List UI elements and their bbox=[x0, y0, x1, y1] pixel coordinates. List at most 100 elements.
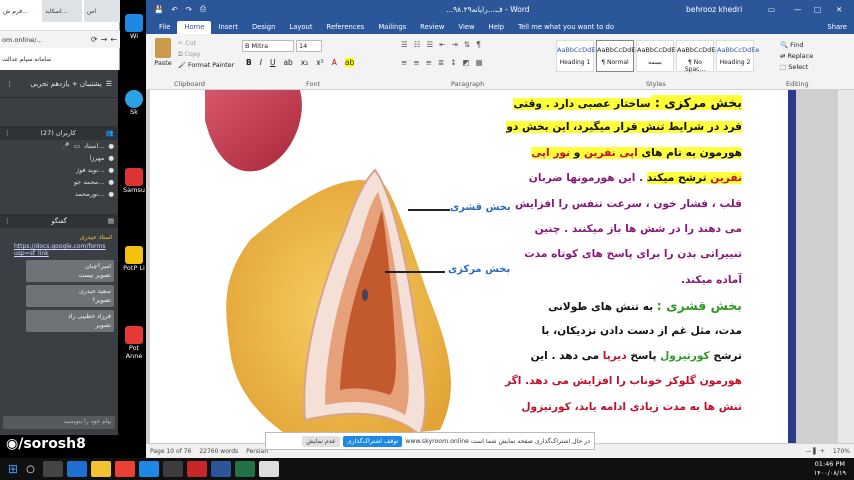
text-line[interactable]: بخش مرکزی : ساختار عصبی دارد . وقتی bbox=[502, 90, 742, 115]
acrobat-icon[interactable] bbox=[186, 461, 207, 477]
share-button[interactable]: Share bbox=[820, 21, 854, 34]
reload-icon[interactable]: ⟳ bbox=[91, 35, 98, 44]
format-painter-button[interactable]: 🖌 Format Painter bbox=[178, 60, 234, 71]
browser-tab-1[interactable]: فرم ش... bbox=[0, 0, 40, 22]
more-icon[interactable]: ⋮ bbox=[6, 80, 13, 88]
superscript-icon[interactable]: x² bbox=[316, 58, 323, 67]
align-right-icon[interactable]: ≡ bbox=[426, 58, 432, 67]
zoom-level[interactable]: 170% bbox=[833, 448, 850, 455]
vertical-scrollbar[interactable] bbox=[838, 90, 854, 443]
desktop-icon[interactable]: Sk bbox=[122, 90, 146, 116]
user-row[interactable]: محمد جو... ● bbox=[0, 176, 118, 188]
text-line[interactable]: هورمون به نام های اپی نفرین و نور اپی bbox=[502, 141, 742, 166]
word-count[interactable]: 22760 words bbox=[199, 448, 238, 455]
strikethrough-icon[interactable]: ab bbox=[283, 58, 292, 67]
select-button[interactable]: ⬚ Select bbox=[780, 62, 813, 73]
chat-link[interactable]: https://docs.google.com/forms bbox=[0, 241, 118, 250]
text-line[interactable]: مدت، مثل غم از دست دادن نزدیکان، با bbox=[502, 319, 742, 344]
url-bar[interactable]: om.online/... ⟳ → ← bbox=[0, 30, 120, 48]
tab-help[interactable]: Help bbox=[482, 21, 512, 34]
copy-button[interactable]: ⧉ Copy bbox=[178, 49, 234, 60]
users-menu-icon[interactable]: ⋮ bbox=[4, 129, 11, 137]
style-no-spacing[interactable]: AaBbCcDdEe ¶ No Spac... bbox=[676, 40, 719, 73]
clock[interactable]: 01:46 PM ۱۴۰۰/۰۸/۱۹ bbox=[814, 460, 846, 478]
user-row[interactable]: مهرزا ● bbox=[0, 152, 118, 164]
text-line[interactable]: آماده میکند. bbox=[502, 268, 742, 293]
multilevel-icon[interactable]: ☰ bbox=[426, 40, 433, 49]
tell-me-search[interactable]: Tell me what you want to do bbox=[511, 21, 621, 34]
highlight-icon[interactable]: ab bbox=[344, 58, 355, 67]
bold-icon[interactable]: B bbox=[246, 58, 252, 67]
font-size-select[interactable]: 14 bbox=[296, 40, 322, 52]
align-center-icon[interactable]: ≡ bbox=[413, 58, 419, 67]
text-line[interactable]: هورمون گلوکز خوناب را افزایش می دهد. اگر bbox=[502, 369, 742, 394]
user-row[interactable]: 🎤 ▭ استاد... ● bbox=[0, 140, 118, 152]
print-icon[interactable]: ⎙ bbox=[200, 4, 206, 14]
user-row[interactable]: نورمحمد... ● bbox=[0, 188, 118, 200]
document-page[interactable]: بخش قشری بخش مرکزی بخش مرکزی : ساختار عص… bbox=[150, 90, 790, 443]
minimize-icon[interactable]: — bbox=[794, 5, 802, 14]
user-row[interactable]: نوید فوژ... ● bbox=[0, 164, 118, 176]
justify-icon[interactable]: ≣ bbox=[438, 58, 444, 67]
close-icon[interactable]: ✕ bbox=[836, 5, 842, 14]
start-icon[interactable]: ⊞ bbox=[8, 462, 18, 476]
search-icon[interactable]: ○ bbox=[26, 464, 35, 475]
text-line[interactable]: فرد در شرایط تنش قرار میگیرد، این بخش دو bbox=[502, 115, 742, 140]
tab-home[interactable]: Home bbox=[177, 21, 212, 34]
desktop-icon[interactable]: PotP Li bbox=[122, 246, 146, 272]
back-icon[interactable]: ← bbox=[110, 35, 117, 44]
document-text[interactable]: بخش مرکزی : ساختار عصبی دارد . وقتی فرد د… bbox=[502, 90, 742, 420]
increase-indent-icon[interactable]: ⇥ bbox=[452, 40, 458, 49]
tab-view[interactable]: View bbox=[451, 21, 481, 34]
style-heading-2[interactable]: AaBbCcDdEe Heading 2 bbox=[716, 40, 759, 72]
user-name[interactable]: behrooz khedri bbox=[686, 5, 742, 14]
app-icon[interactable] bbox=[162, 461, 183, 477]
desktop-icon[interactable]: Pot Anne bbox=[122, 326, 146, 360]
ribbon-options-icon[interactable]: ▭ bbox=[768, 5, 775, 14]
font-color-icon[interactable]: A bbox=[332, 58, 337, 67]
desktop-icon[interactable]: Samsu bbox=[122, 168, 146, 194]
pilcrow-icon[interactable]: ¶ bbox=[476, 40, 481, 49]
room-menu-icon[interactable]: ☰ bbox=[106, 80, 112, 88]
sort-icon[interactable]: ⇅ bbox=[464, 40, 470, 49]
word-icon[interactable] bbox=[210, 461, 231, 477]
forward-icon[interactable]: → bbox=[101, 35, 108, 44]
browser-tab-2[interactable]: اسکاید... bbox=[42, 0, 82, 22]
task-view-icon[interactable] bbox=[42, 461, 63, 477]
style-normal[interactable]: AaBbCcDdEe ¶ Normal bbox=[596, 40, 639, 72]
chat-menu-icon[interactable]: ⋮ bbox=[4, 217, 11, 225]
text-line[interactable]: تنش ها به مدت زیادی ادامه یابد، کورتیزول bbox=[502, 395, 742, 420]
find-button[interactable]: 🔍 Find bbox=[780, 40, 813, 51]
save-icon[interactable]: 💾 bbox=[154, 5, 163, 14]
cut-button[interactable]: ✂ Cut bbox=[178, 38, 234, 49]
redo-icon[interactable]: ↷ bbox=[186, 5, 192, 14]
store-icon[interactable] bbox=[138, 461, 159, 477]
line-spacing-icon[interactable]: ↕ bbox=[450, 58, 456, 67]
tab-design[interactable]: Design bbox=[245, 21, 282, 34]
text-line[interactable]: ترشح کورتیزول پاسخ دیرپا می دهد . این bbox=[502, 344, 742, 369]
app-icon[interactable] bbox=[258, 461, 279, 477]
stop-sharing-button[interactable]: توقف اشتراک‌گذاری bbox=[342, 435, 403, 447]
style-custom[interactable]: AaBbCcDdEe بسمه bbox=[636, 40, 679, 72]
text-line[interactable]: می دهند را در شش ها باز میکنند . چنین bbox=[502, 217, 742, 242]
hide-notice-button[interactable]: عدم نمایش bbox=[302, 435, 340, 447]
tab-layout[interactable]: Layout bbox=[282, 21, 319, 34]
zoom-slider[interactable]: — ▌ + bbox=[805, 448, 824, 455]
replace-button[interactable]: ⇄ Replace bbox=[780, 51, 813, 62]
decrease-indent-icon[interactable]: ⇤ bbox=[439, 40, 445, 49]
tab-review[interactable]: Review bbox=[413, 21, 451, 34]
chat-input[interactable]: پیام خود را بنویسید bbox=[3, 416, 115, 429]
desktop-icon[interactable]: Wi bbox=[122, 14, 146, 40]
text-line[interactable]: بخش قشری : به تنش های طولانی bbox=[502, 293, 742, 318]
browser-tab-3[interactable]: اس bbox=[84, 0, 120, 22]
subscript-icon[interactable]: x₂ bbox=[301, 58, 308, 67]
align-left-icon[interactable]: ≡ bbox=[401, 58, 407, 67]
paste-button[interactable]: Paste bbox=[152, 38, 174, 67]
tab-file[interactable]: File bbox=[152, 21, 177, 34]
tab-references[interactable]: References bbox=[320, 21, 372, 34]
borders-icon[interactable]: ▦ bbox=[476, 58, 483, 67]
undo-icon[interactable]: ↶ bbox=[171, 5, 177, 14]
tab-insert[interactable]: Insert bbox=[211, 21, 245, 34]
text-line[interactable]: تنییراتی بدن را برای پاسخ های کوتاه مدت bbox=[502, 242, 742, 267]
underline-icon[interactable]: U bbox=[270, 58, 276, 67]
